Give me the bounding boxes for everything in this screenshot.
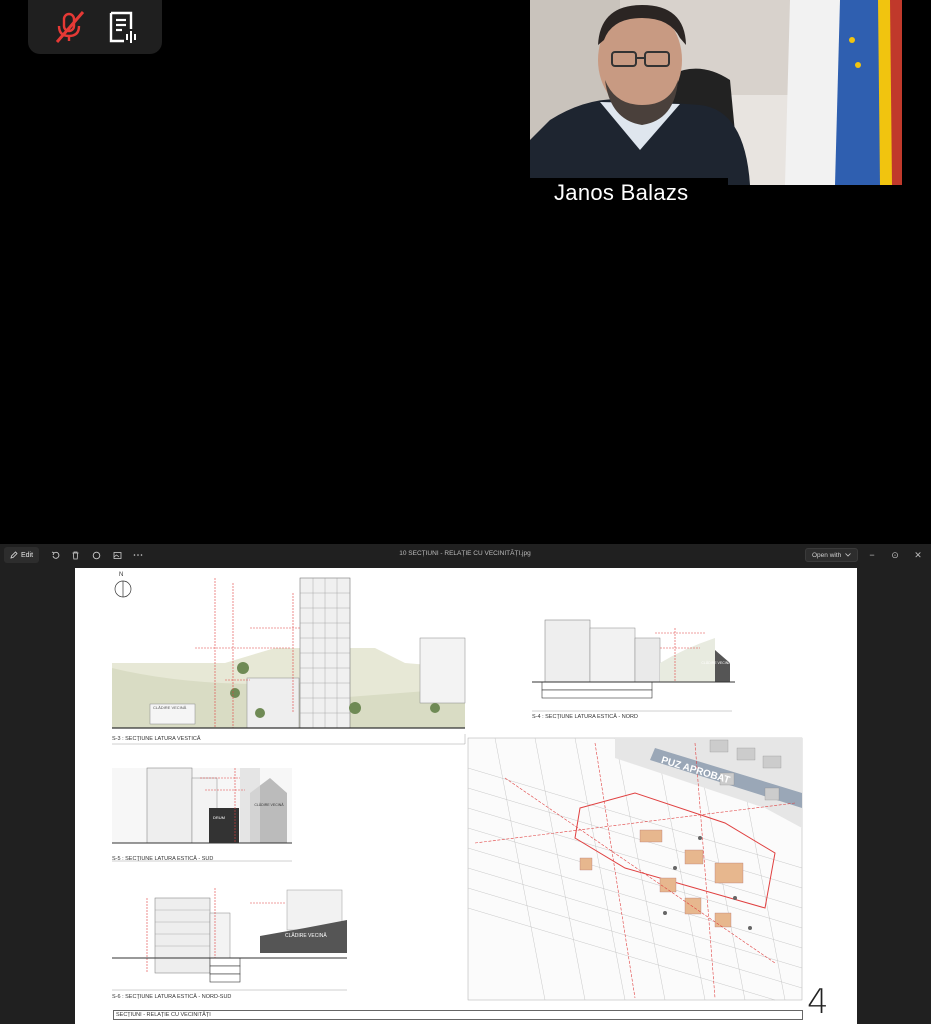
participant-video[interactable] [530, 0, 902, 185]
edit-label: Edit [21, 551, 34, 559]
rotate-icon[interactable] [48, 548, 62, 562]
s3-neighbor-label: CLĂDIRE VECINĂ [153, 705, 187, 710]
transcript-icon[interactable] [102, 7, 142, 47]
page-number: 4 [807, 982, 829, 1022]
s5-caption: S-5 : SECȚIUNE LATURA ESTICĂ - SUD [112, 856, 214, 862]
minimize-button[interactable]: − [865, 548, 879, 562]
s3-caption: S-3 : SECȚIUNE LATURA VESTICĂ [112, 736, 201, 742]
open-with-label: Open with [812, 551, 842, 559]
edit-image-icon[interactable] [110, 548, 124, 562]
edit-button[interactable]: Edit [4, 547, 40, 563]
more-icon[interactable] [131, 548, 145, 562]
viewer-toolbar: Edit 10 SECȚIUNI - RELAȚIE CU VECINITĂȚI… [0, 544, 931, 566]
pencil-icon [10, 551, 18, 559]
image-viewer-window: Edit 10 SECȚIUNI - RELAȚIE CU VECINITĂȚI… [0, 544, 931, 1024]
site-plan [467, 737, 803, 1001]
mic-muted-icon[interactable] [49, 7, 89, 47]
open-with-button[interactable]: Open with [805, 548, 859, 562]
sheet-title: SECȚIUNI - RELAȚIE CU VECINITĂȚI [113, 1010, 803, 1020]
drum-label: DRUM [213, 815, 225, 820]
s4-caption: S-4 : SECȚIUNE LATURA ESTICĂ - NORD [532, 714, 638, 720]
maximize-button[interactable]: ⊙ [888, 548, 902, 562]
s4-neighbor-label: CLĂDIRE VECINĂ [701, 661, 731, 665]
section-s6 [112, 888, 347, 991]
delete-icon[interactable] [68, 548, 82, 562]
s6-caption: S-6 : SECȚIUNE LATURA ESTICĂ - NORD-SUD [112, 994, 232, 1000]
section-s3 [112, 577, 466, 745]
architectural-drawing: N CLĂDIRE VECINĂ S-3 : SECȚIUNE LATURA V… [75, 568, 857, 1024]
s5-neighbor-label: CLĂDIRE VECINĂ [254, 803, 284, 807]
north-label: N [119, 572, 124, 578]
s6-neighbor-label: CLĂDIRE VECINĂ [285, 933, 327, 939]
meeting-controls [28, 0, 162, 54]
close-button[interactable]: ✕ [911, 548, 925, 562]
file-name: 10 SECȚIUNI - RELAȚIE CU VECINITĂȚI.jpg [399, 550, 531, 557]
favorite-icon[interactable] [89, 548, 103, 562]
chevron-down-icon [845, 553, 852, 557]
section-s5 [112, 767, 292, 862]
participant-name: Janos Balazs [530, 178, 728, 208]
